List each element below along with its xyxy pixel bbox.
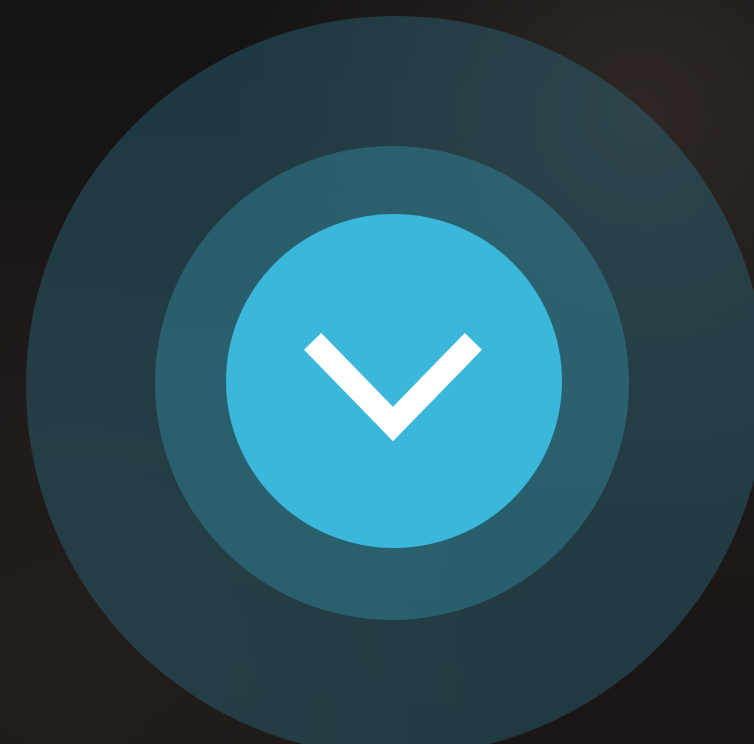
screen (0, 0, 754, 744)
expand-down-button[interactable] (226, 214, 562, 548)
chevron-down-icon (304, 333, 482, 442)
